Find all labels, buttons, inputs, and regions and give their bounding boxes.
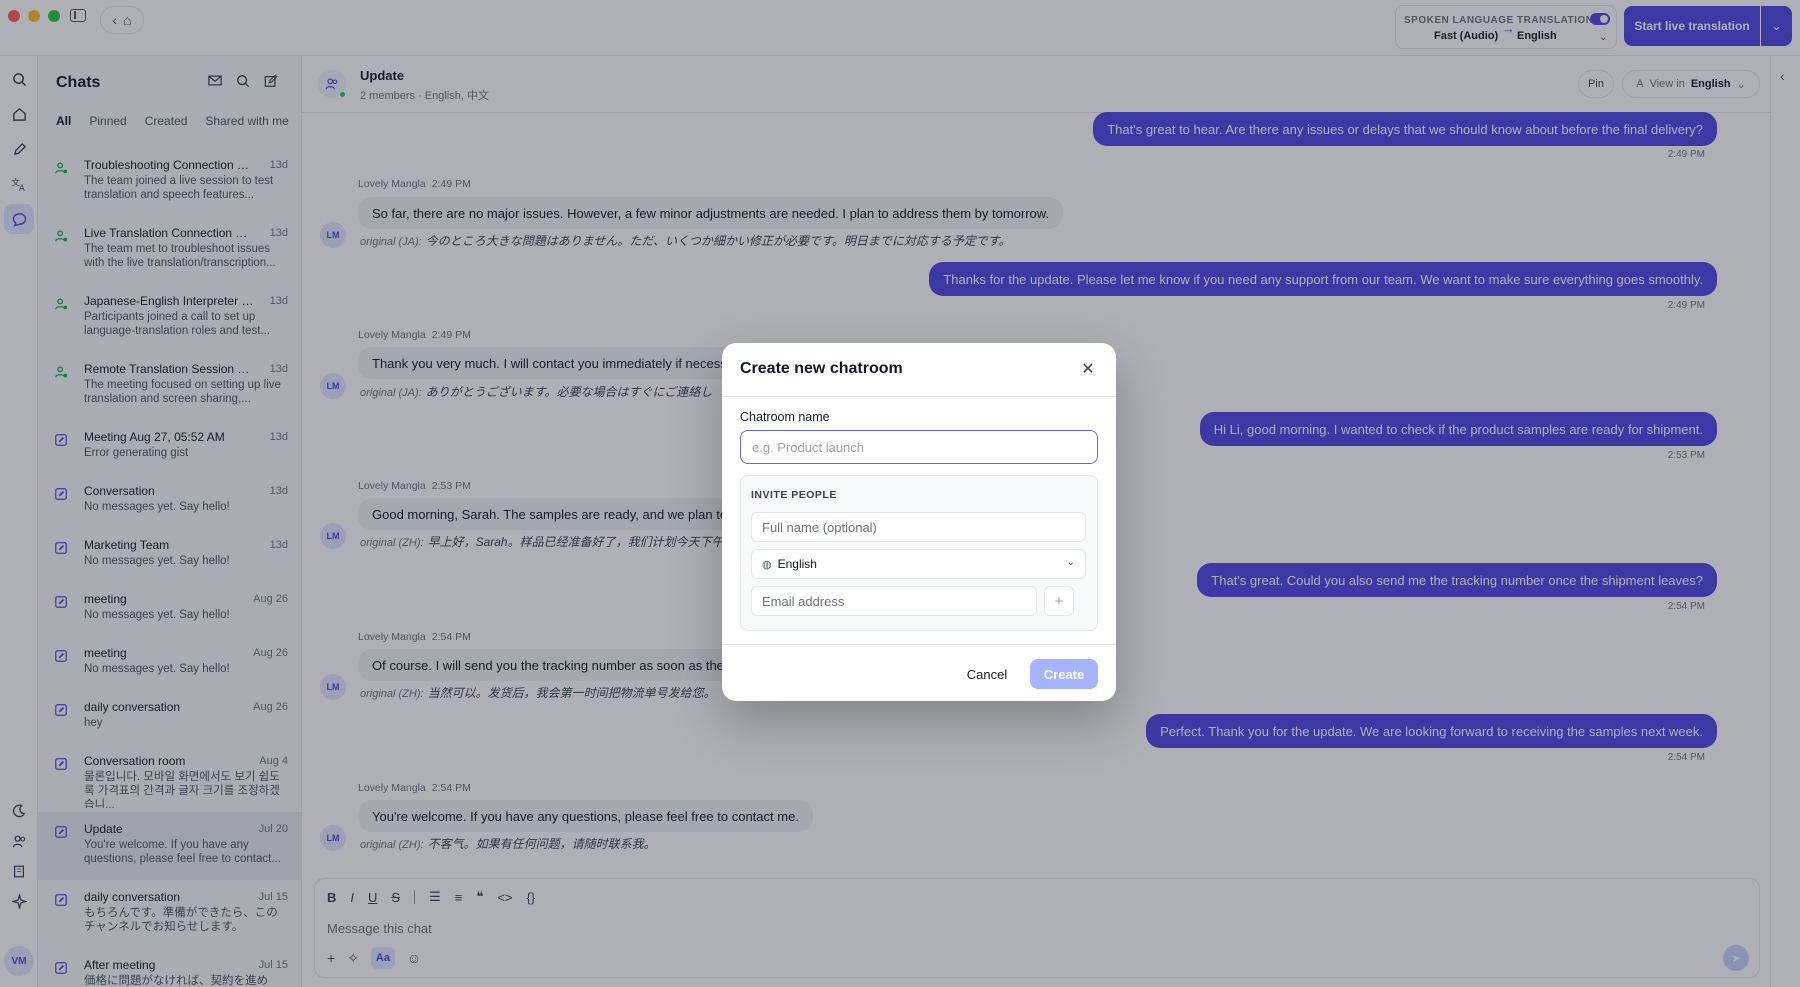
divider xyxy=(722,396,1116,397)
chatroom-name-label: Chatroom name xyxy=(740,410,830,424)
divider xyxy=(722,644,1116,645)
email-address-input[interactable] xyxy=(751,586,1037,616)
dialog-title: Create new chatroom xyxy=(740,360,903,377)
chatroom-name-input[interactable] xyxy=(740,430,1098,464)
cancel-button[interactable]: Cancel xyxy=(960,660,1014,688)
invite-people-section: INVITE PEOPLE ◍ English ⌄ + xyxy=(740,475,1098,631)
add-invitee-button[interactable]: + xyxy=(1044,586,1074,616)
invite-language-value: English xyxy=(777,557,817,571)
chevron-down-icon: ⌄ xyxy=(1066,557,1075,568)
invite-language-select[interactable]: ◍ English ⌄ xyxy=(751,549,1086,579)
close-icon[interactable]: ✕ xyxy=(1078,359,1098,379)
globe-icon: ◍ xyxy=(762,558,772,571)
create-chatroom-dialog: Create new chatroom ✕ Chatroom name INVI… xyxy=(722,343,1116,701)
invite-people-label: INVITE PEOPLE xyxy=(751,489,837,501)
create-button[interactable]: Create xyxy=(1030,659,1098,689)
full-name-input[interactable] xyxy=(751,512,1086,542)
